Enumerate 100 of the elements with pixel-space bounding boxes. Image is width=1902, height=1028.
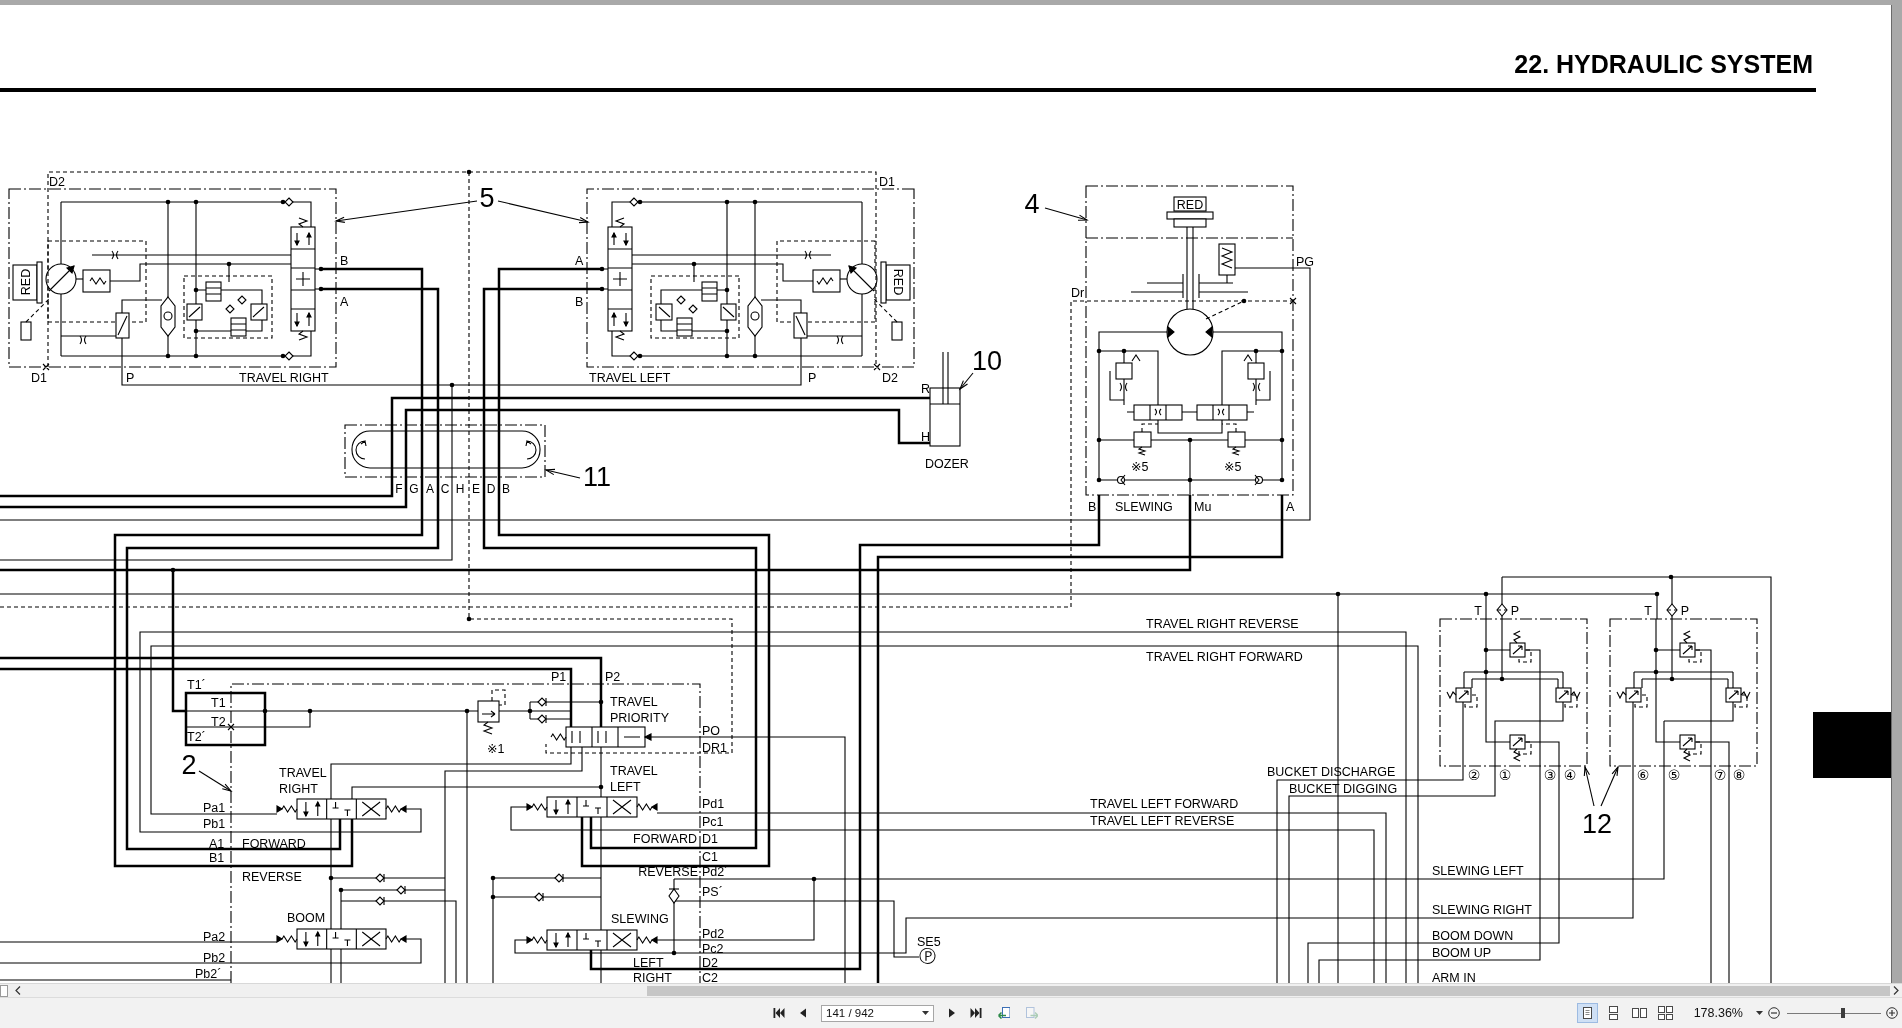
port-label: PS´	[702, 884, 723, 899]
port-label: A	[1286, 499, 1295, 514]
port-label: P2	[605, 669, 621, 684]
outlet-number: ④	[1563, 766, 1577, 783]
leader-arrow	[1044, 207, 1089, 221]
last-page-icon	[969, 1006, 983, 1020]
check-valve-icon	[396, 885, 406, 895]
line-label: BUCKET DIGGING	[1289, 781, 1398, 796]
port-label: H	[455, 481, 465, 496]
port-label: Pa2	[203, 929, 226, 944]
zoom-in-icon	[1886, 1007, 1898, 1019]
next-view-icon	[1025, 1006, 1039, 1020]
port-label: DR1	[702, 740, 727, 755]
unit-label: DOZER	[925, 456, 969, 471]
zoom-dropdown-caret-icon[interactable]	[1756, 1011, 1763, 1015]
valve-label: TRAVEL PRIORITY	[610, 694, 670, 725]
port-label: Mu	[1194, 499, 1212, 514]
port-label: T2´	[187, 729, 206, 744]
port-label: B	[575, 294, 584, 309]
unit-label: TRAVEL LEFT	[589, 370, 671, 385]
note-mark: ※5	[1224, 459, 1242, 474]
port-label: Pd1	[702, 796, 725, 811]
callout-number: 11	[583, 461, 611, 492]
port-label: A	[575, 253, 584, 268]
port-label: Pc1	[702, 814, 724, 829]
zoom-percentage[interactable]: 178.36%	[1693, 1006, 1743, 1020]
check-valve-icon	[554, 873, 564, 883]
valve-label: TRAVEL RIGHT	[279, 765, 327, 796]
function-label: LEFT	[633, 955, 664, 970]
leader-arrow	[1583, 765, 1595, 807]
scrollbar-thumb[interactable]	[647, 985, 1890, 996]
reducer-label: RED	[890, 268, 905, 296]
port-label: PG	[1296, 254, 1315, 269]
zoom-out-icon	[1768, 1007, 1780, 1019]
line-label: ARM IN	[1432, 970, 1476, 983]
port-label: D2	[702, 955, 718, 970]
outlet-number: ①	[1498, 766, 1512, 783]
port-label: B1	[209, 850, 225, 865]
line-label: TRAVEL RIGHT REVERSE	[1146, 616, 1299, 631]
leader-arrow	[198, 770, 233, 792]
function-label: FORWARD	[633, 831, 697, 846]
port-label: G	[409, 481, 419, 496]
function-label: RIGHT	[633, 970, 672, 983]
port-label: D2	[882, 370, 898, 385]
horizontal-scrollbar[interactable]	[0, 983, 1902, 997]
slider-thumb[interactable]	[1841, 1008, 1846, 1018]
first-page-icon	[772, 1006, 786, 1020]
valve-label: BOOM	[287, 910, 326, 925]
previous-view-icon	[997, 1006, 1011, 1020]
line-label: SLEWING LEFT	[1432, 863, 1524, 878]
port-label: Pd2´	[702, 864, 729, 879]
scroll-right-icon[interactable]	[1893, 986, 1899, 995]
port-label: A	[340, 294, 349, 309]
port-label: A1	[209, 836, 225, 851]
leader-arrow	[1600, 765, 1619, 807]
function-label: REVERSE	[638, 864, 698, 879]
single-page-view-button[interactable]	[1576, 1003, 1598, 1023]
scroll-left-icon[interactable]	[15, 986, 21, 995]
check-valve-icon	[537, 714, 547, 724]
callout-number: 4	[1024, 188, 1040, 219]
relief-valve-drawing	[477, 689, 506, 735]
port-label: Pb1	[203, 816, 226, 831]
port-label: B	[340, 253, 349, 268]
check-valve-icon	[375, 896, 385, 906]
port-label: C2	[702, 970, 718, 983]
unit-label: SLEWING	[1115, 499, 1173, 514]
port-label: B	[502, 481, 510, 496]
port-label: R	[921, 381, 931, 396]
leader-arrow	[544, 468, 581, 479]
port-label: T	[1474, 603, 1482, 618]
line-label: BUCKET DISCHARGE	[1267, 764, 1396, 779]
port-label: Pb2´	[195, 966, 222, 981]
callout-number: 5	[479, 182, 495, 213]
callout-number: 10	[972, 345, 1002, 376]
port-label: A	[426, 481, 434, 496]
port-label: H	[921, 429, 931, 444]
scrollbar-corner-box	[0, 984, 8, 997]
line-label: TRAVEL LEFT REVERSE	[1090, 813, 1235, 828]
function-label: REVERSE	[242, 869, 302, 884]
function-label: FORWARD	[242, 836, 306, 851]
outlet-number: ③	[1543, 766, 1557, 783]
check-valve-icon	[375, 873, 385, 883]
check-valve-icon	[534, 892, 544, 902]
port-label: Pb2	[203, 950, 226, 965]
page-title: 22. HYDRAULIC SYSTEM	[1514, 50, 1813, 78]
check-valve-icon	[537, 697, 547, 707]
facing-pages-icon	[1631, 1006, 1647, 1020]
outlet-number: ⑥	[1636, 766, 1650, 783]
port-label: D1	[879, 174, 895, 189]
unit-label: TRAVEL RIGHT	[239, 370, 329, 385]
port-label: Dr	[1071, 285, 1085, 300]
page-number-field[interactable]: 141 / 942	[821, 1004, 934, 1022]
port-label: D1	[702, 831, 718, 846]
reducer-label: RED	[18, 268, 33, 296]
port-label: T2	[211, 714, 226, 729]
line-label: BOOM DOWN	[1432, 928, 1514, 943]
port-label: P	[126, 370, 135, 385]
port-label: C1	[702, 849, 718, 864]
line-label: TRAVEL LEFT FORWARD	[1090, 796, 1239, 811]
port-label: T	[1644, 603, 1652, 618]
